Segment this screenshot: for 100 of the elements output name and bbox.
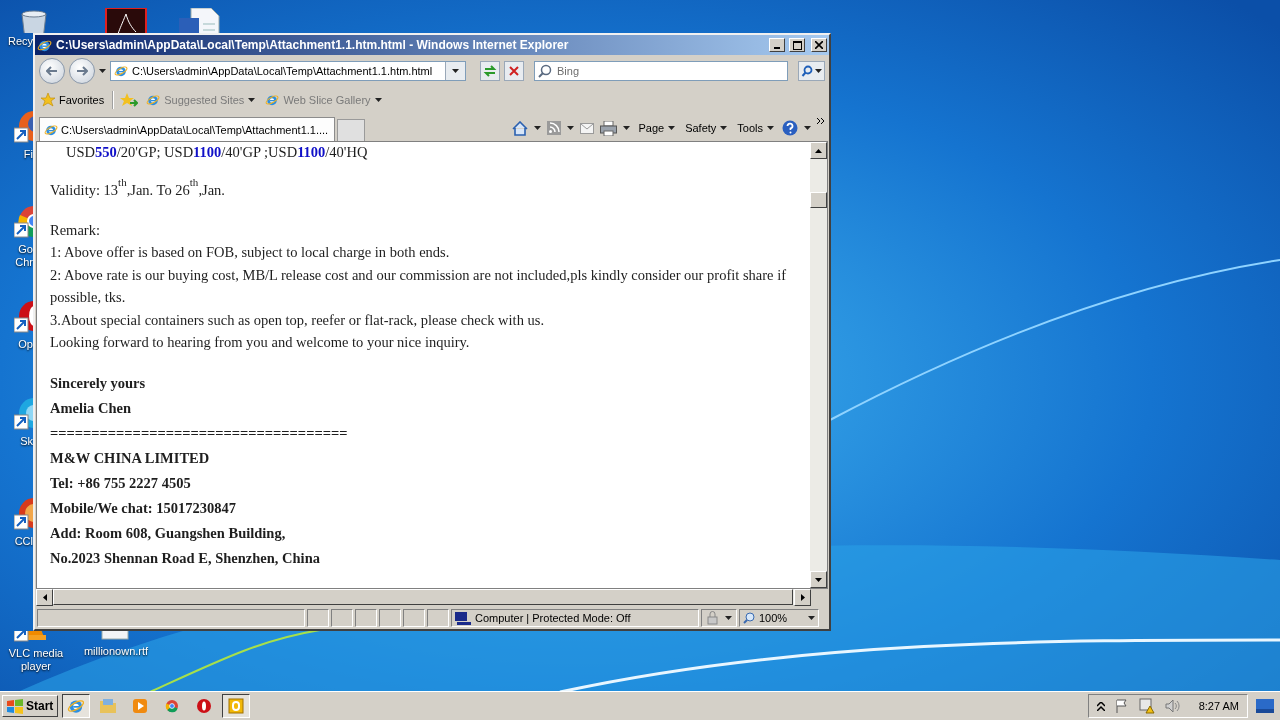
volume-icon[interactable] bbox=[1164, 699, 1181, 713]
signature-line: Amelia Chen bbox=[50, 398, 132, 418]
signature-line: ==================================== bbox=[50, 423, 349, 443]
left-arrow-icon bbox=[42, 594, 47, 601]
pdf-icon[interactable] bbox=[104, 8, 148, 33]
rates-line: USD550/20'GP; USD1100/40'GP ;USD1100/40'HQ bbox=[65, 143, 369, 162]
signature-line: Mobile/We chat: 15017230847 bbox=[50, 498, 238, 518]
command-menu[interactable]: Tools bbox=[735, 122, 776, 134]
search-icon bbox=[801, 65, 813, 77]
zoom-control[interactable]: 100% bbox=[739, 609, 819, 627]
ie-icon bbox=[146, 93, 161, 107]
caret-icon bbox=[668, 126, 676, 130]
command-menu[interactable]: Page bbox=[636, 122, 678, 134]
scroll-left-button[interactable] bbox=[36, 589, 53, 606]
caret-icon bbox=[452, 69, 459, 73]
caret-icon bbox=[767, 126, 774, 130]
close-icon bbox=[815, 41, 823, 49]
scroll-down-button[interactable] bbox=[810, 571, 827, 588]
feed-icon[interactable] bbox=[547, 121, 562, 135]
start-button[interactable]: Start bbox=[2, 695, 59, 717]
minimize-button[interactable] bbox=[769, 38, 785, 52]
signature-line: Sincerely yours bbox=[50, 373, 147, 393]
browser-tab[interactable]: C:\Users\admin\AppData\Local\Temp\Attachment1.1.... bbox=[39, 117, 335, 141]
caret-icon bbox=[99, 69, 106, 73]
taskbar-button[interactable] bbox=[62, 694, 91, 718]
status-pane bbox=[403, 609, 425, 627]
search-button[interactable] bbox=[798, 61, 825, 81]
icon-label: Fi bbox=[22, 148, 33, 161]
vertical-scrollbar[interactable] bbox=[810, 142, 827, 588]
zoom-icon bbox=[743, 612, 755, 624]
caret-icon bbox=[720, 126, 728, 130]
scroll-thumb[interactable] bbox=[810, 192, 827, 208]
status-pane bbox=[331, 609, 353, 627]
icon-label: Go bbox=[17, 243, 33, 256]
network-warning-icon[interactable] bbox=[1138, 698, 1155, 714]
status-pane bbox=[355, 609, 377, 627]
body-text: 3.About special containers such as open top, reefer or flat-rack, please check with us. bbox=[50, 310, 546, 330]
home-icon[interactable] bbox=[512, 120, 529, 136]
body-text: Remark: bbox=[50, 220, 101, 240]
caret-icon bbox=[815, 69, 822, 73]
favorites-button[interactable]: Favorites bbox=[39, 93, 107, 107]
signature-line: Tel: +86 755 2227 4505 bbox=[50, 473, 192, 493]
icon-label: Sk bbox=[19, 435, 33, 448]
stop-button[interactable] bbox=[504, 61, 524, 81]
signature-line: No.2023 Shennan Road E, Shenzhen, China bbox=[50, 548, 321, 568]
forward-arrow-icon bbox=[76, 66, 88, 76]
scrollbar-corner bbox=[811, 589, 828, 605]
body-text: 2: Above rate is our buying cost, MB/L release cost and our commission are not included,pls kindly consider our profit share if possible, tks. bbox=[50, 265, 787, 307]
ie-icon bbox=[265, 93, 280, 107]
forward-button[interactable] bbox=[69, 58, 95, 84]
printer-icon[interactable] bbox=[600, 120, 618, 136]
show-hidden-icons-icon[interactable] bbox=[1096, 701, 1105, 711]
caret-icon bbox=[567, 126, 575, 130]
clock[interactable]: 8:27 AM bbox=[1198, 700, 1239, 712]
scroll-up-button[interactable] bbox=[810, 142, 827, 159]
maximize-icon bbox=[792, 40, 802, 50]
security-button[interactable] bbox=[701, 609, 737, 627]
caret-icon bbox=[534, 126, 542, 130]
icon-label: VLC media player bbox=[8, 647, 64, 673]
search-icon bbox=[538, 64, 552, 78]
window-title: C:\Users\admin\AppData\Local\Temp\Attachment1.1.htm.html - Windows Internet Explorer bbox=[56, 38, 570, 52]
close-button[interactable] bbox=[811, 38, 827, 52]
signature-line: Add: Room 608, Guangshen Building, bbox=[50, 523, 287, 543]
status-pane bbox=[379, 609, 401, 627]
maximize-button[interactable] bbox=[789, 38, 805, 52]
caret-icon bbox=[804, 126, 811, 130]
security-zone-text: Computer | Protected Mode: Off bbox=[475, 612, 631, 624]
refresh-button[interactable] bbox=[480, 61, 500, 81]
search-field[interactable]: Bing bbox=[534, 61, 788, 81]
ie-icon bbox=[44, 122, 58, 137]
status-pane bbox=[307, 609, 329, 627]
address-field[interactable]: C:\Users\admin\AppData\Local\Temp\Attachment1.1.htm.html bbox=[110, 61, 466, 81]
computer-icon bbox=[455, 611, 471, 625]
back-arrow-icon bbox=[46, 66, 58, 76]
right-arrow-icon bbox=[800, 594, 805, 601]
taskbar-button[interactable] bbox=[222, 694, 251, 718]
up-arrow-icon bbox=[815, 148, 822, 153]
scroll-right-button[interactable] bbox=[794, 589, 811, 606]
windows-logo-icon bbox=[7, 698, 23, 714]
chrome-icon[interactable] bbox=[164, 698, 181, 714]
back-button[interactable] bbox=[39, 58, 65, 84]
chevron-icon[interactable] bbox=[817, 117, 825, 125]
caret-icon bbox=[725, 616, 732, 620]
body-text: 1: Above offer is based on FOB, subject to local charge in both ends. bbox=[50, 243, 451, 262]
help-icon[interactable] bbox=[782, 120, 798, 136]
command-menu[interactable]: Safety bbox=[683, 122, 730, 134]
opera-icon[interactable] bbox=[196, 698, 213, 714]
icon-label: Recy bbox=[6, 35, 33, 48]
flag-icon[interactable] bbox=[1114, 699, 1129, 713]
refresh-icon bbox=[483, 64, 497, 78]
mail-icon[interactable] bbox=[580, 122, 595, 134]
signature-line: M&W CHINA LIMITED bbox=[50, 448, 211, 468]
caret-icon bbox=[248, 98, 256, 102]
ie-icon bbox=[114, 64, 128, 78]
address-dropdown-button[interactable] bbox=[445, 62, 465, 80]
caret-icon bbox=[808, 616, 815, 620]
star-icon bbox=[41, 93, 55, 107]
stop-icon bbox=[508, 65, 520, 77]
body-text: Looking forward to hearing from you and welcome to your nice inquiry. bbox=[50, 333, 471, 352]
icon-label: Chr bbox=[14, 256, 33, 269]
